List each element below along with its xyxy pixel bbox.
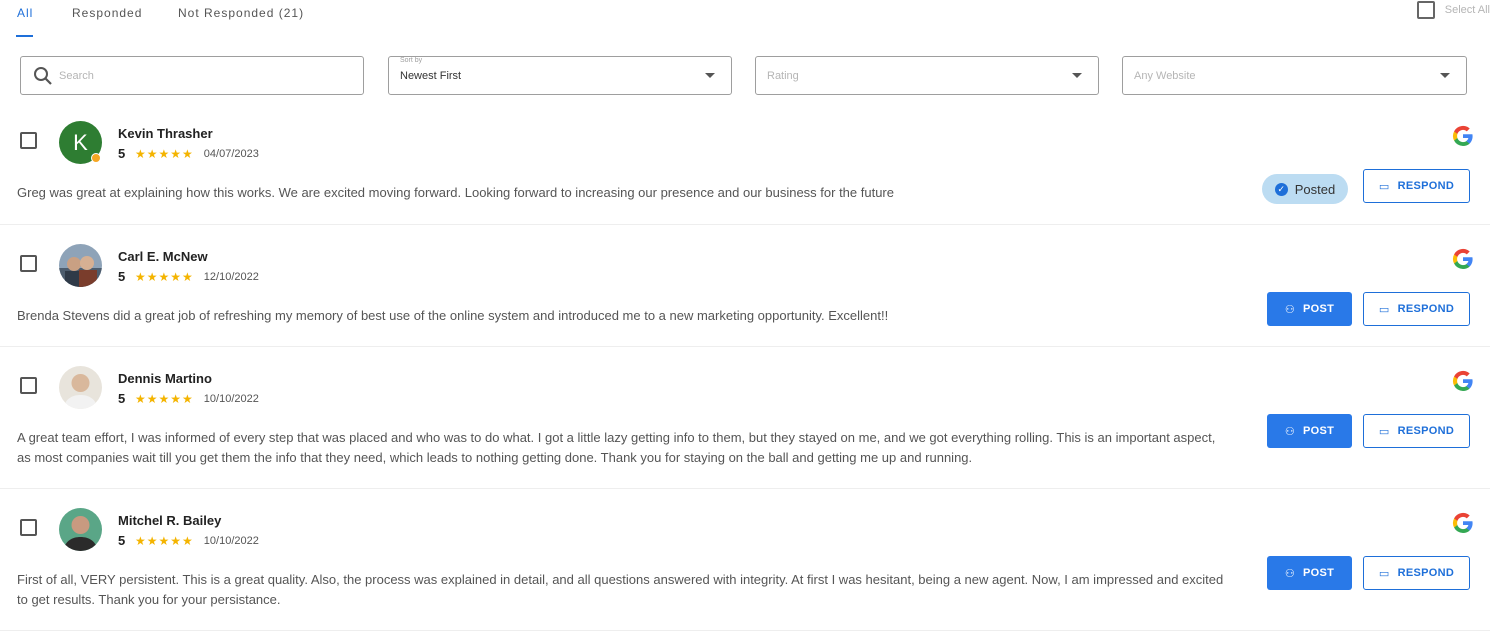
rating-value: 5 — [118, 146, 126, 161]
rating-line: 5 ★★★★★ 12/10/2022 — [118, 269, 259, 284]
review-item: Dennis Martino 5 ★★★★★ 10/10/2022 A grea… — [0, 347, 1490, 489]
rating-value: 5 — [118, 269, 126, 284]
avatar — [59, 508, 102, 551]
review-date: 04/07/2023 — [203, 147, 259, 160]
reviewer-name: Dennis Martino — [118, 371, 212, 386]
sort-floating-label: Sort by — [400, 57, 423, 64]
review-date: 10/10/2022 — [203, 392, 259, 405]
review-checkbox[interactable] — [20, 377, 37, 394]
chevron-down-icon — [1072, 73, 1082, 78]
post-button[interactable]: ⚇ POST — [1267, 556, 1352, 590]
avatar: K — [59, 121, 102, 164]
chevron-down-icon — [705, 73, 715, 78]
select-all[interactable]: Select All — [1416, 1, 1490, 19]
respond-button[interactable]: ▭ RESPOND — [1363, 169, 1470, 203]
google-icon — [1452, 125, 1473, 147]
rating-value: 5 — [118, 533, 126, 548]
chevron-down-icon — [1440, 73, 1450, 78]
comment-icon: ▭ — [1378, 567, 1390, 580]
sort-value: Newest First — [400, 70, 462, 82]
check-circle-icon: ✓ — [1274, 182, 1288, 196]
search-field[interactable]: Search — [20, 56, 364, 95]
respond-button[interactable]: ▭ RESPOND — [1363, 292, 1470, 326]
select-all-label: Select All — [1444, 4, 1490, 16]
active-tab-indicator — [16, 35, 33, 37]
website-placeholder: Any Website — [1134, 70, 1196, 82]
respond-button[interactable]: ▭ RESPOND — [1363, 414, 1470, 448]
rating-select[interactable]: Rating — [755, 56, 1099, 95]
google-icon — [1452, 370, 1473, 392]
avatar-photo — [59, 244, 102, 287]
search-icon — [34, 67, 52, 85]
review-checkbox[interactable] — [20, 519, 37, 536]
review-text: A great team effort, I was informed of e… — [17, 430, 1216, 465]
google-icon — [1452, 512, 1473, 533]
share-icon: ⚇ — [1284, 303, 1295, 316]
rating-placeholder: Rating — [767, 70, 799, 82]
reviewer-name: Mitchel R. Bailey — [118, 513, 222, 528]
review-text: Greg was great at explaining how this wo… — [17, 185, 894, 200]
review-item: K Kevin Thrasher 5 ★★★★★ 04/07/2023 Greg… — [0, 112, 1490, 225]
comment-icon: ▭ — [1378, 425, 1390, 438]
tab-responded[interactable]: Responded — [72, 6, 142, 20]
review-date: 10/10/2022 — [203, 534, 259, 547]
rating-line: 5 ★★★★★ 04/07/2023 — [118, 146, 259, 161]
tab-not-responded[interactable]: Not Responded (21) — [178, 6, 304, 20]
sort-select[interactable]: Sort by Newest First — [388, 56, 732, 95]
review-checkbox[interactable] — [20, 132, 37, 149]
rating-line: 5 ★★★★★ 10/10/2022 — [118, 533, 259, 548]
review-text: First of all, VERY persistent. This is a… — [17, 572, 1224, 607]
comment-icon: ▭ — [1378, 303, 1390, 316]
respond-button[interactable]: ▭ RESPOND — [1363, 556, 1470, 590]
reviewer-name: Kevin Thrasher — [118, 126, 213, 141]
post-button[interactable]: ⚇ POST — [1267, 292, 1352, 326]
review-item: Carl E. McNew 5 ★★★★★ 12/10/2022 Brenda … — [0, 225, 1490, 347]
review-item: Mitchel R. Bailey 5 ★★★★★ 10/10/2022 Fir… — [0, 489, 1490, 631]
post-button[interactable]: ⚇ POST — [1267, 414, 1352, 448]
share-icon: ⚇ — [1284, 567, 1295, 580]
rating-line: 5 ★★★★★ 10/10/2022 — [118, 391, 259, 406]
google-icon — [1452, 248, 1473, 270]
posted-status-badge: ✓ Posted — [1262, 174, 1348, 204]
review-tabs: All Responded Not Responded (21) Select … — [0, 0, 1500, 38]
website-select[interactable]: Any Website — [1122, 56, 1467, 95]
tab-all[interactable]: All — [17, 6, 33, 20]
reviewer-name: Carl E. McNew — [118, 249, 208, 264]
rating-value: 5 — [118, 391, 126, 406]
review-date: 12/10/2022 — [203, 270, 259, 283]
review-checkbox[interactable] — [20, 255, 37, 272]
share-icon: ⚇ — [1284, 425, 1295, 438]
star-rating-icon: ★★★★★ — [135, 533, 194, 548]
star-rating-icon: ★★★★★ — [135, 146, 194, 161]
select-all-checkbox[interactable] — [1416, 1, 1435, 19]
star-rating-icon: ★★★★★ — [135, 391, 194, 406]
badge-icon — [91, 153, 101, 163]
search-placeholder: Search — [59, 70, 94, 82]
avatar — [59, 244, 102, 287]
star-rating-icon: ★★★★★ — [135, 269, 194, 284]
avatar — [59, 366, 102, 409]
review-text: Brenda Stevens did a great job of refres… — [17, 308, 889, 323]
comment-icon: ▭ — [1378, 180, 1390, 193]
avatar-photo — [59, 366, 102, 409]
avatar-photo — [59, 508, 102, 551]
